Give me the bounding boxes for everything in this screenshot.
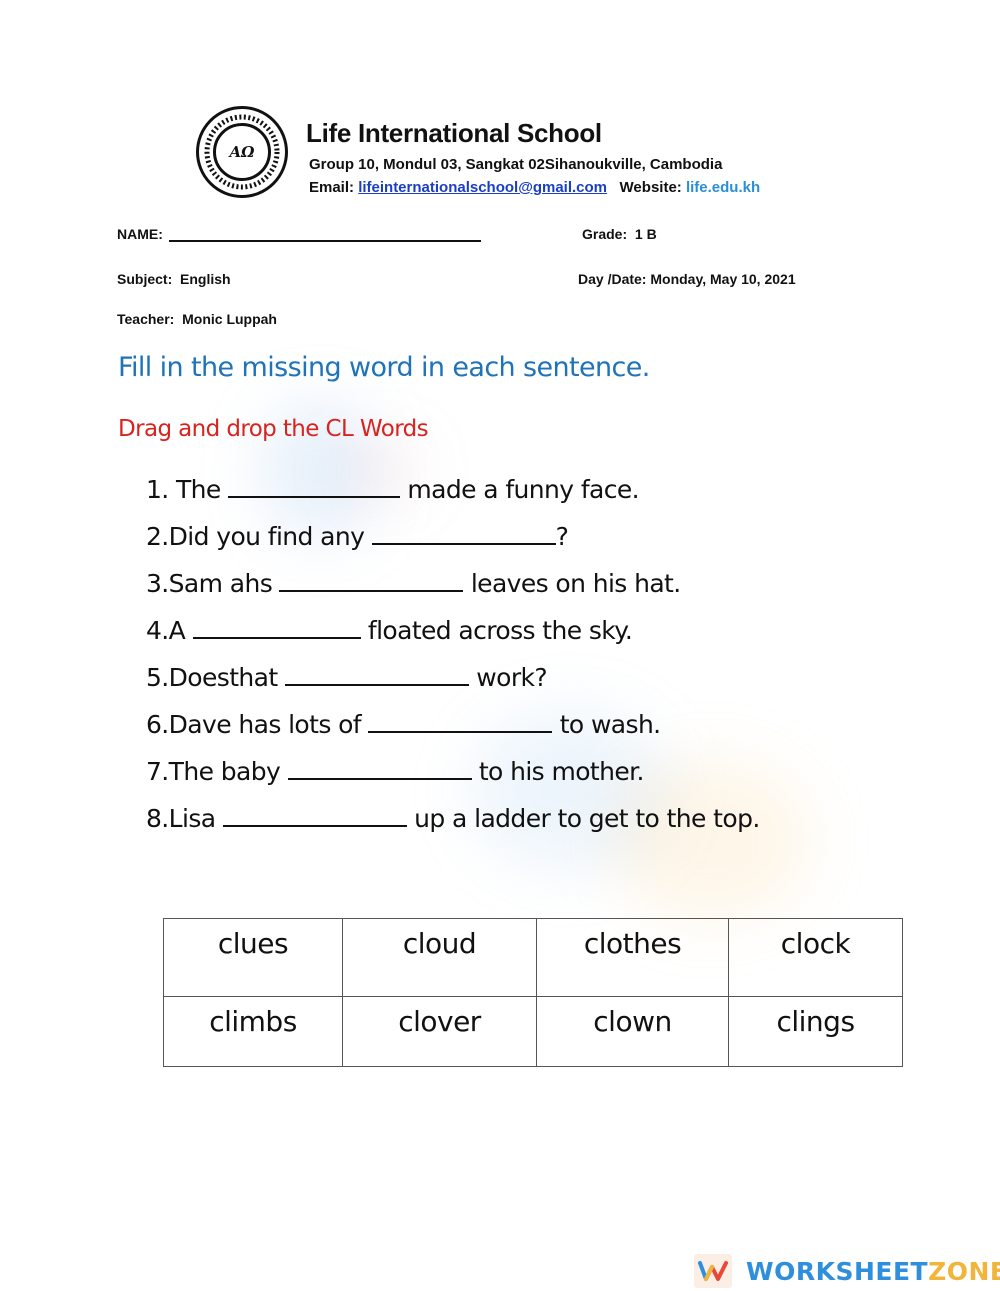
word-bank-table: clues cloud clothes clock climbs clover … xyxy=(163,918,903,1067)
sentence-after: leaves on his hat. xyxy=(463,569,681,598)
worksheetzone-logo-icon xyxy=(694,1254,732,1288)
w-logo-icon xyxy=(698,1261,728,1281)
sentence-item: 4.A floated across the sky. xyxy=(146,613,760,660)
sentence-after: floated across the sky. xyxy=(360,616,633,645)
sentence-before: Doesthat xyxy=(168,663,285,692)
sentence-item: 1. The made a funny face. xyxy=(146,472,760,519)
date-value: Monday, May 10, 2021 xyxy=(650,271,796,287)
word-tile[interactable]: clover xyxy=(342,996,537,1067)
word-tile[interactable]: clues xyxy=(163,918,343,997)
school-contact: Email: lifeinternationalschool@gmail.com… xyxy=(309,179,760,196)
sentence-before: Dave has lots of xyxy=(168,710,369,739)
word-tile[interactable]: clings xyxy=(728,996,903,1067)
school-address: Group 10, Mondul 03, Sangkat 02Sihanoukv… xyxy=(309,156,723,173)
name-field: NAME: xyxy=(117,226,481,242)
sentence-after: to wash. xyxy=(552,710,661,739)
sentence-number: 3. xyxy=(146,569,169,598)
sentence-after: ? xyxy=(555,522,569,551)
email-link[interactable]: lifeinternationalschool@gmail.com xyxy=(358,179,607,196)
drop-blank[interactable] xyxy=(279,568,464,592)
sentence-after: to his mother. xyxy=(471,757,645,786)
grade-value: 1 B xyxy=(634,226,657,242)
sentence-before: Lisa xyxy=(168,804,223,833)
sentence-item: 7.The baby to his mother. xyxy=(146,754,760,801)
teacher-label: Teacher: xyxy=(117,311,175,327)
logo-book-emblem: AΩ xyxy=(213,123,271,181)
sentence-before: A xyxy=(168,616,193,645)
sentence-after: work? xyxy=(468,663,548,692)
word-bank-row: climbs clover clown clings xyxy=(163,996,903,1067)
sentence-number: 5. xyxy=(146,663,169,692)
school-header: AΩ Life International School Group 10, M… xyxy=(196,106,836,206)
school-logo-icon: AΩ xyxy=(196,106,288,198)
drop-blank[interactable] xyxy=(368,709,553,733)
worksheetzone-brand[interactable]: WORKSHEETZONE xyxy=(694,1253,1000,1289)
sentence-number: 8. xyxy=(146,804,169,833)
school-name: Life International School xyxy=(306,118,602,148)
drop-blank[interactable] xyxy=(192,615,361,639)
subject-label: Subject: xyxy=(117,271,173,287)
email-label: Email: xyxy=(309,179,355,196)
sentence-number: 7. xyxy=(146,757,169,786)
instruction-heading: Fill in the missing word in each sentenc… xyxy=(118,352,650,383)
sentence-item: 2.Did you find any ? xyxy=(146,519,760,566)
date-field: Day /Date: Monday, May 10, 2021 xyxy=(578,271,796,287)
brand-name: WORKSHEETZONE xyxy=(746,1257,1000,1286)
drop-blank[interactable] xyxy=(284,662,469,686)
subject-field: Subject: English xyxy=(117,271,231,287)
name-input-line[interactable] xyxy=(168,240,481,242)
grade-label: Grade: xyxy=(582,226,628,242)
drop-blank[interactable] xyxy=(228,474,401,498)
drop-blank[interactable] xyxy=(222,803,407,827)
website-label: Website: xyxy=(619,179,682,196)
grade-field: Grade: 1 B xyxy=(582,226,657,242)
teacher-value: Monic Luppah xyxy=(182,311,277,327)
drop-blank[interactable] xyxy=(371,521,556,545)
drop-blank[interactable] xyxy=(287,756,472,780)
sentence-item: 5.Doesthat work? xyxy=(146,660,760,707)
word-tile[interactable]: cloud xyxy=(342,918,537,997)
sentence-before: The baby xyxy=(168,757,288,786)
sentence-number: 1. xyxy=(146,475,169,504)
sentence-item: 6.Dave has lots of to wash. xyxy=(146,707,760,754)
sentence-after: made a funny face. xyxy=(400,475,640,504)
sentence-before: Sam ahs xyxy=(168,569,280,598)
sentence-number: 2. xyxy=(146,522,169,551)
drag-drop-instruction: Drag and drop the CL Words xyxy=(118,416,429,442)
sentence-item: 8.Lisa up a ladder to get to the top. xyxy=(146,801,760,848)
sentence-after: up a ladder to get to the top. xyxy=(406,804,760,833)
word-tile[interactable]: climbs xyxy=(163,996,343,1067)
name-label: NAME: xyxy=(117,226,163,242)
date-label: Day /Date: xyxy=(578,271,647,287)
teacher-field: Teacher: Monic Luppah xyxy=(117,311,277,327)
word-bank-row: clues cloud clothes clock xyxy=(163,918,903,997)
website-link[interactable]: life.edu.kh xyxy=(686,179,760,196)
sentence-number: 4. xyxy=(146,616,169,645)
brand-name-part2: ZONE xyxy=(928,1256,1000,1286)
word-tile[interactable]: clock xyxy=(728,918,903,997)
subject-value: English xyxy=(180,271,231,287)
sentence-number: 6. xyxy=(146,710,169,739)
sentence-before: Did you find any xyxy=(168,522,372,551)
sentence-before: The xyxy=(176,475,229,504)
word-tile[interactable]: clothes xyxy=(536,918,729,997)
brand-name-part1: WORKSHEET xyxy=(746,1256,929,1286)
sentence-list: 1. The made a funny face. 2.Did you find… xyxy=(146,472,760,848)
word-tile[interactable]: clown xyxy=(536,996,729,1067)
sentence-item: 3.Sam ahs leaves on his hat. xyxy=(146,566,760,613)
